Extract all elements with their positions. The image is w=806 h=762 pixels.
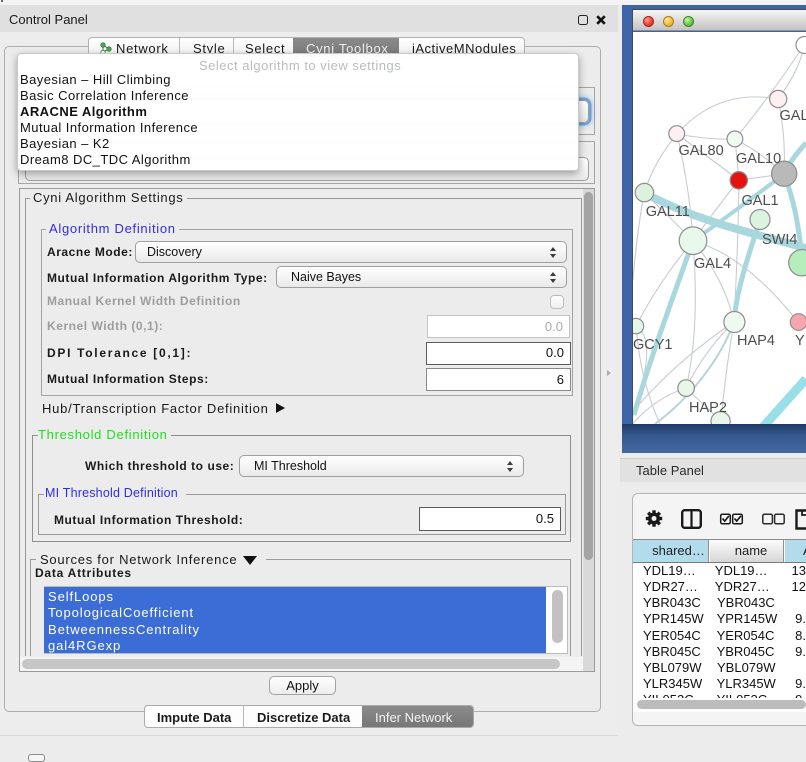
svg-text:GAL80: GAL80 [679,143,724,159]
svg-text:HAP2: HAP2 [689,400,727,416]
svg-text:GAL10: GAL10 [736,151,781,167]
svg-text:GAL4: GAL4 [694,256,731,272]
svg-text:GAL: GAL [780,108,806,124]
svg-text:GCY1: GCY1 [633,337,673,353]
svg-text:GAL11: GAL11 [646,204,690,220]
svg-text:Y: Y [795,333,805,349]
svg-text:SWI4: SWI4 [762,232,797,248]
svg-text:GAL1: GAL1 [742,193,779,209]
svg-text:HAP4: HAP4 [737,333,775,349]
